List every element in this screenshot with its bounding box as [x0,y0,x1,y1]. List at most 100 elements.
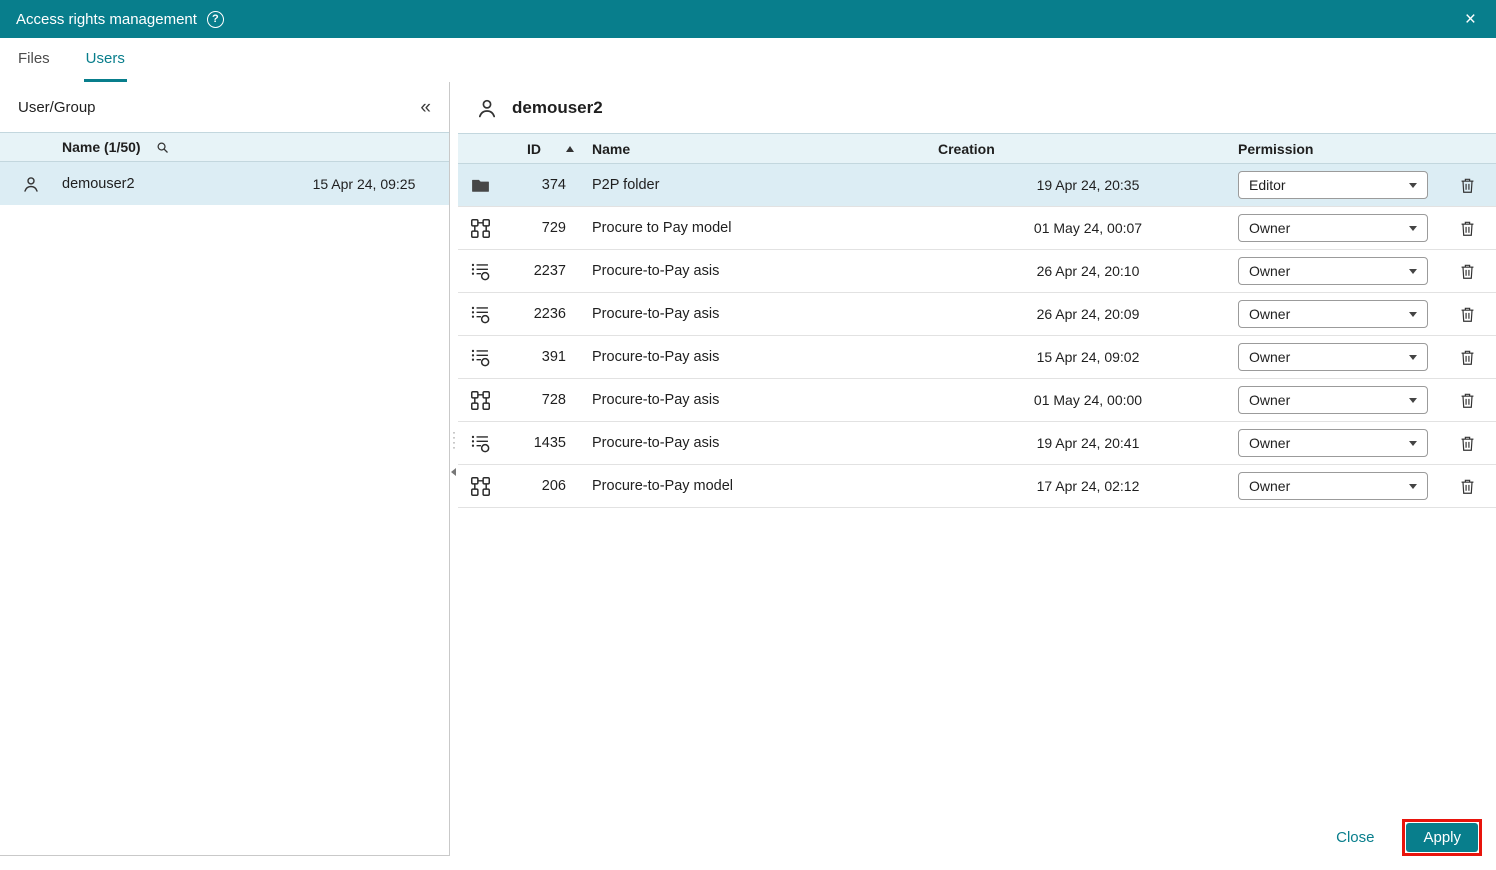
table-row[interactable]: 1435 Procure-to-Pay asis 19 Apr 24, 20:4… [458,422,1496,465]
permission-cell: Owner [1238,386,1438,414]
trash-icon[interactable] [1458,433,1477,454]
permission-value: Editor [1249,177,1286,193]
permission-dropdown[interactable]: Owner [1238,472,1428,500]
collapse-panel-icon[interactable]: « [420,98,431,117]
tab-users[interactable]: Users [84,38,127,82]
model-icon [458,476,502,497]
delete-cell [1438,390,1496,411]
permission-value: Owner [1249,220,1290,236]
list-icon [458,433,502,454]
chevron-down-icon [1409,398,1417,403]
apply-button[interactable]: Apply [1406,823,1478,852]
chevron-down-icon [1409,312,1417,317]
list-icon [458,304,502,325]
permission-dropdown[interactable]: Owner [1238,343,1428,371]
table-row[interactable]: 374 P2P folder 19 Apr 24, 20:35 Editor [458,164,1496,207]
permission-cell: Owner [1238,300,1438,328]
item-creation: 01 May 24, 00:00 [938,392,1238,408]
permission-dropdown[interactable]: Owner [1238,429,1428,457]
chevron-down-icon [1409,269,1417,274]
trash-icon[interactable] [1458,175,1477,196]
column-header-name[interactable]: Name [592,141,938,157]
trash-icon[interactable] [1458,218,1477,239]
search-icon[interactable] [155,140,170,155]
user-row[interactable]: demouser2 15 Apr 24, 09:25 [0,162,449,205]
collapse-arrow-icon[interactable] [451,468,456,476]
user-group-panel: User/Group « Name (1/50) demouser2 15 Ap… [0,82,450,856]
table-row[interactable]: 2237 Procure-to-Pay asis 26 Apr 24, 20:1… [458,250,1496,293]
item-id: 206 [502,478,566,494]
permission-dropdown[interactable]: Owner [1238,257,1428,285]
permission-cell: Owner [1238,257,1438,285]
chevron-down-icon [1409,441,1417,446]
chevron-down-icon [1409,226,1417,231]
permission-dropdown[interactable]: Owner [1238,386,1428,414]
permission-dropdown[interactable]: Owner [1238,214,1428,242]
list-icon [458,347,502,368]
trash-icon[interactable] [1458,476,1477,497]
sort-ascending-icon[interactable] [566,146,592,152]
item-name: Procure-to-Pay asis [592,349,938,365]
close-icon[interactable]: × [1461,8,1480,31]
selected-user-name: demouser2 [512,98,603,118]
titlebar: Access rights management ? × [0,0,1496,38]
dialog-content: User/Group « Name (1/50) demouser2 15 Ap… [0,82,1496,870]
tab-files[interactable]: Files [16,38,52,82]
person-icon [475,96,499,120]
item-creation: 17 Apr 24, 02:12 [938,478,1238,494]
trash-icon[interactable] [1458,390,1477,411]
column-header-creation[interactable]: Creation [938,141,1238,157]
trash-icon[interactable] [1458,347,1477,368]
item-id: 391 [502,349,566,365]
permission-cell: Editor [1238,171,1438,199]
help-icon[interactable]: ? [207,11,224,28]
chevron-down-icon [1409,183,1417,188]
table-row[interactable]: 391 Procure-to-Pay asis 15 Apr 24, 09:02… [458,336,1496,379]
access-rights-dialog: Access rights management ? × Files Users… [0,0,1496,870]
folder-icon [458,175,502,196]
selected-user-header: demouser2 [458,82,1496,133]
trash-icon[interactable] [1458,304,1477,325]
permission-value: Owner [1249,349,1290,365]
item-name: Procure-to-Pay asis [592,392,938,408]
column-header-id[interactable]: ID [502,141,566,157]
user-list: demouser2 15 Apr 24, 09:25 [0,162,449,205]
item-creation: 15 Apr 24, 09:02 [938,349,1238,365]
item-id: 728 [502,392,566,408]
permission-cell: Owner [1238,343,1438,371]
model-icon [458,390,502,411]
panel-title: User/Group [18,99,96,116]
list-icon [458,261,502,282]
item-creation: 19 Apr 24, 20:41 [938,435,1238,451]
model-icon [458,218,502,239]
dialog-footer: Close Apply [1336,819,1482,856]
chevron-down-icon [1409,355,1417,360]
table-row[interactable]: 2236 Procure-to-Pay asis 26 Apr 24, 20:0… [458,293,1496,336]
permission-cell: Owner [1238,429,1438,457]
apply-highlight-annotation: Apply [1402,819,1482,856]
item-id: 729 [502,220,566,236]
item-creation: 19 Apr 24, 20:35 [938,177,1238,193]
user-name: demouser2 [62,176,279,192]
item-name: P2P folder [592,177,938,193]
chevron-down-icon [1409,484,1417,489]
close-button[interactable]: Close [1336,829,1374,846]
table-row[interactable]: 206 Procure-to-Pay model 17 Apr 24, 02:1… [458,465,1496,508]
resize-grip-icon: ···· [452,430,456,450]
permission-dropdown[interactable]: Owner [1238,300,1428,328]
permission-value: Owner [1249,263,1290,279]
delete-cell [1438,476,1496,497]
dialog-title: Access rights management [16,11,197,28]
table-row[interactable]: 729 Procure to Pay model 01 May 24, 00:0… [458,207,1496,250]
trash-icon[interactable] [1458,261,1477,282]
permission-dropdown[interactable]: Editor [1238,171,1428,199]
item-id: 2236 [502,306,566,322]
panel-resize-handle[interactable]: ···· [450,82,458,870]
table-row[interactable]: 728 Procure-to-Pay asis 01 May 24, 00:00… [458,379,1496,422]
permissions-table-body: 374 P2P folder 19 Apr 24, 20:35 Editor 7… [458,164,1496,508]
user-table-header: Name (1/50) [0,132,449,162]
column-header-name: Name (1/50) [62,139,141,155]
column-header-permission[interactable]: Permission [1238,141,1438,157]
delete-cell [1438,218,1496,239]
delete-cell [1438,175,1496,196]
